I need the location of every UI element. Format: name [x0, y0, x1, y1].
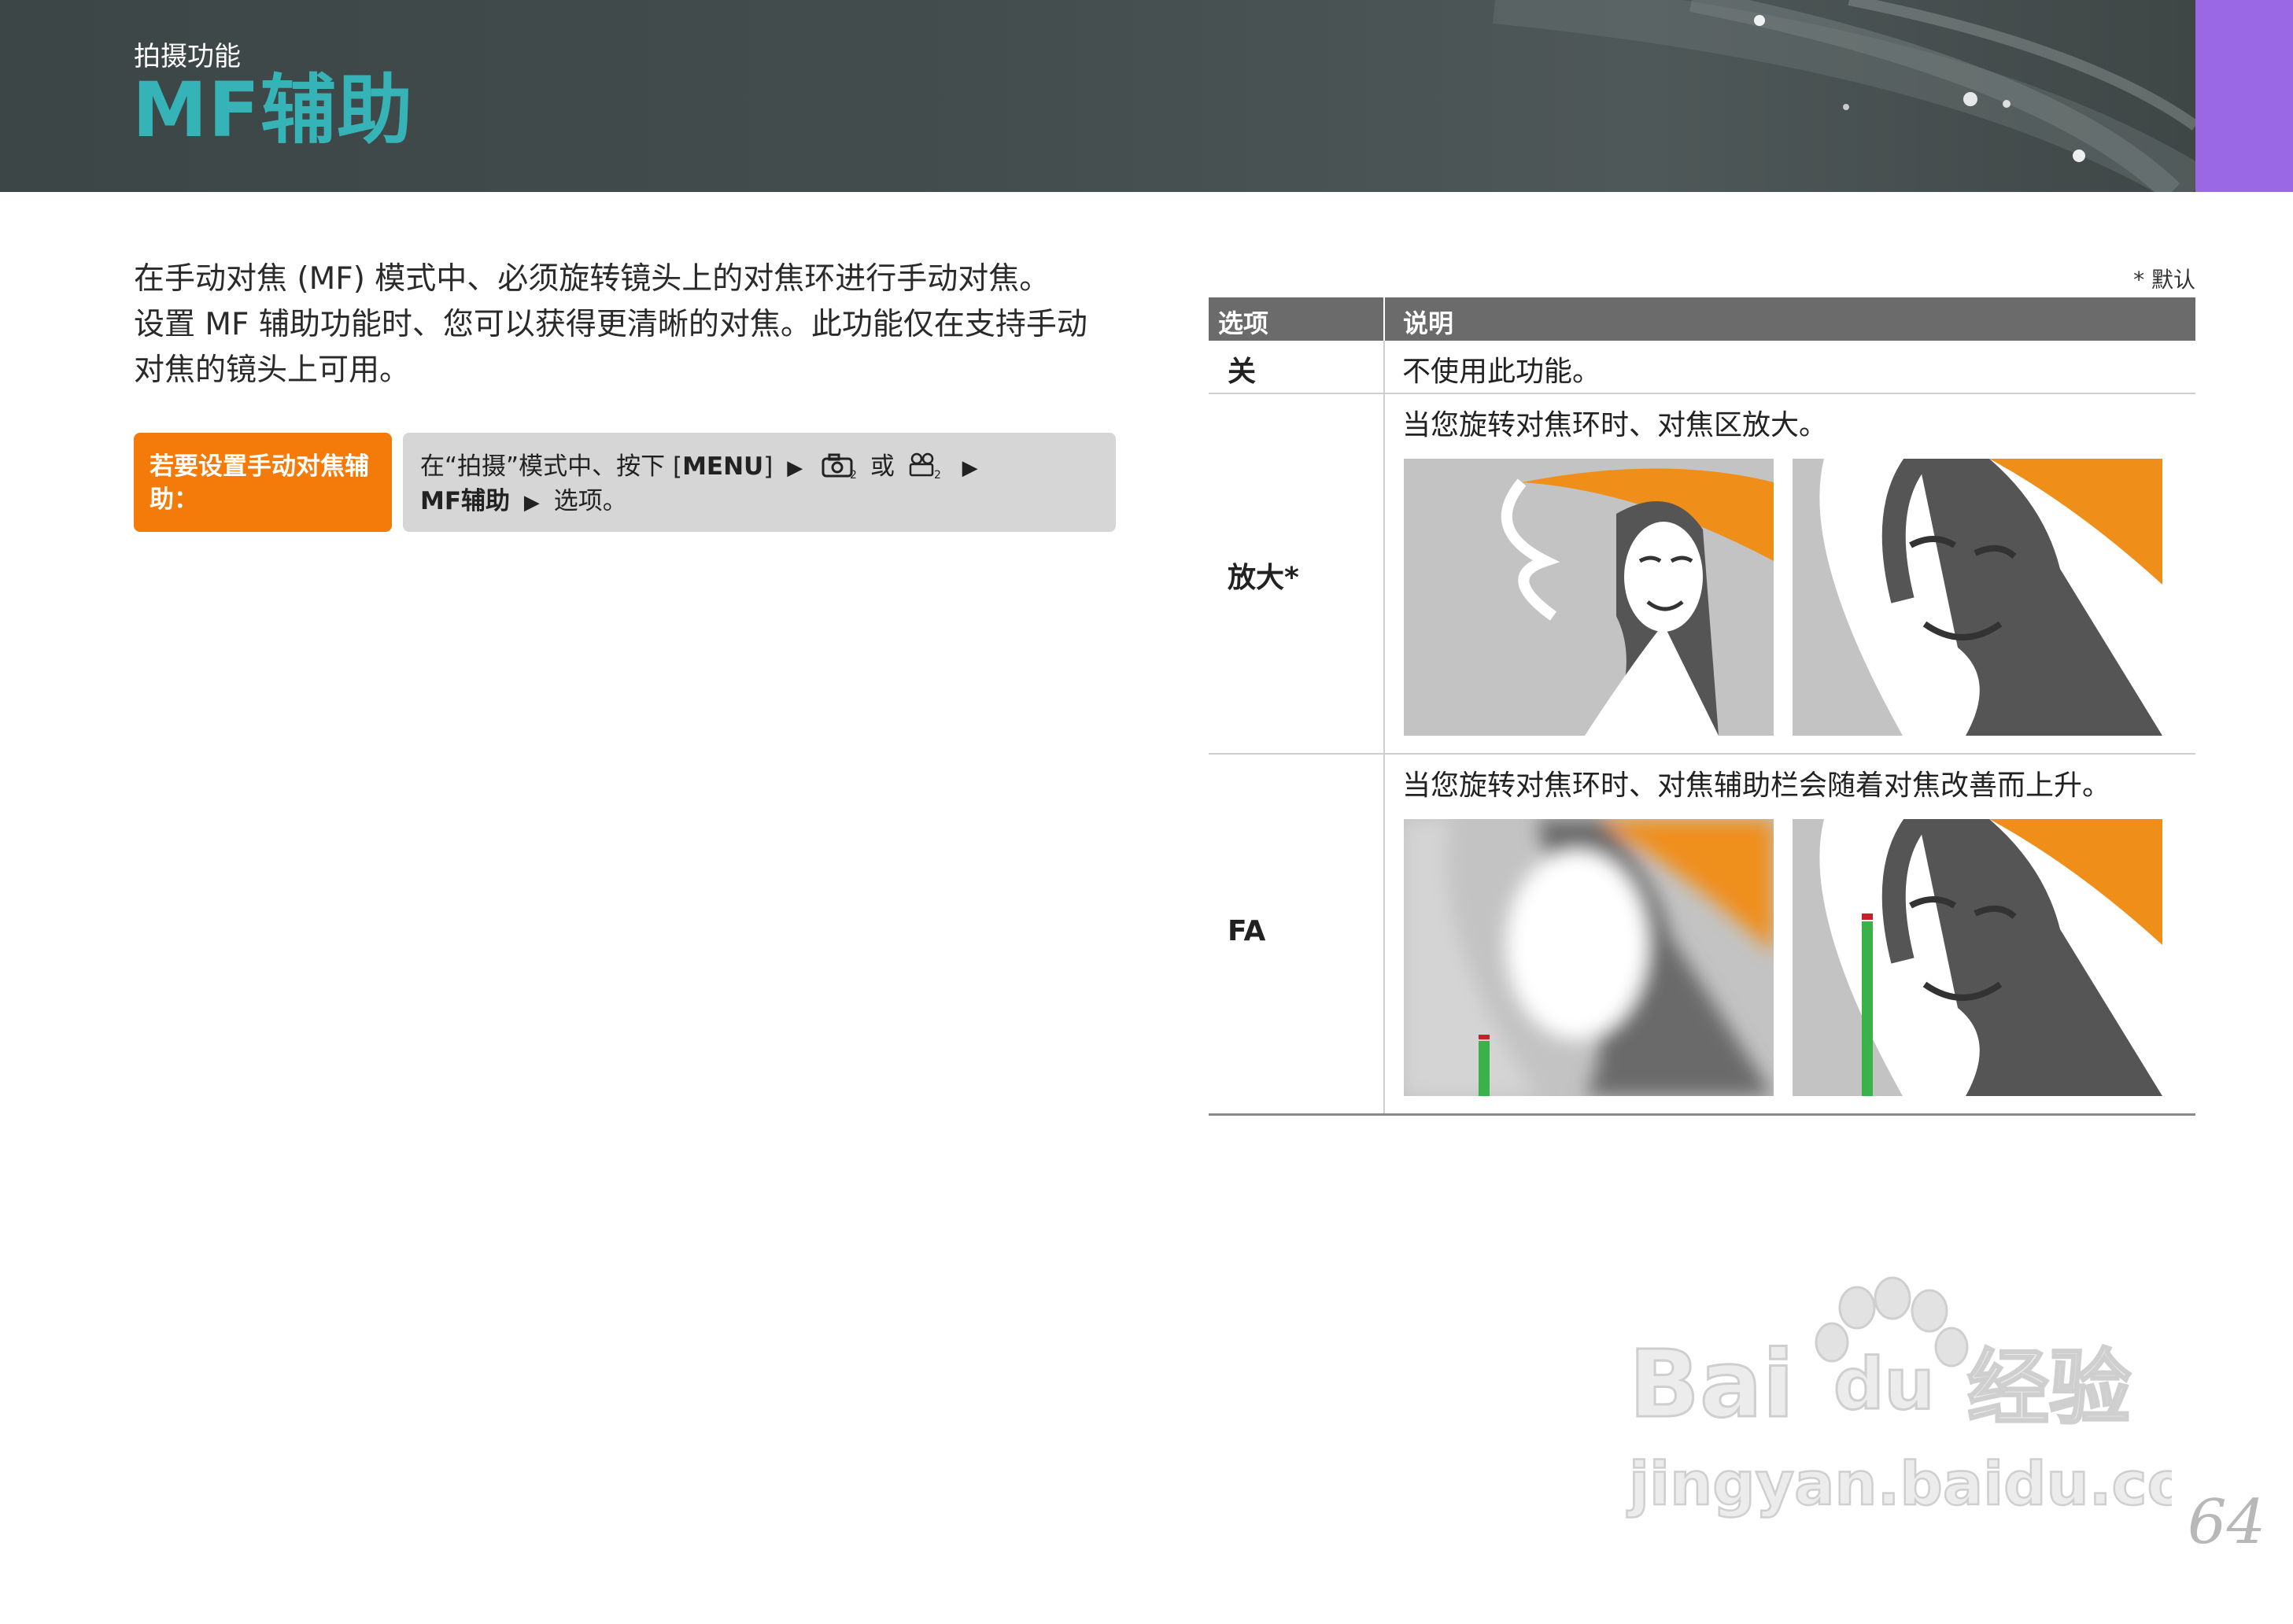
end-text: 选项。 — [553, 487, 627, 515]
step-prefix: 在“拍摄”模式中、按下 [ — [420, 452, 683, 481]
focus-bar-low — [1479, 1041, 1490, 1096]
fa-sharp-image — [1793, 819, 2162, 1096]
wm-bai: Bai — [1629, 1330, 1794, 1438]
step-suffix: ] — [763, 452, 774, 481]
option-fa: FA — [1228, 915, 1266, 947]
desc-fa: 当您旋转对焦环时、对焦辅助栏会随着对焦改善而上升。 — [1402, 770, 2111, 802]
options-table: 选项 说明 关 不使用此功能。 放大* 当您旋转对焦环时、对焦区放大。 FA 当… — [1209, 297, 2195, 1116]
header-option: 选项 — [1218, 308, 1269, 338]
page-title: MF辅助 — [132, 66, 414, 154]
intro-text: 在手动对焦 (MF) 模式中、必须旋转镜头上的对焦环进行手动对焦。 设置 MF … — [134, 257, 1149, 393]
intro-line-3: 对焦的镜头上可用。 — [134, 352, 411, 388]
svg-text:2: 2 — [850, 469, 857, 479]
magnify-before-image — [1404, 459, 1774, 736]
or-text: 或 — [870, 452, 895, 481]
wm-jingyan: 经验 — [1967, 1340, 2131, 1436]
intro-line-1: 在手动对焦 (MF) 模式中、必须旋转镜头上的对焦环进行手动对焦。 — [134, 261, 1050, 297]
focus-bar-cap — [1479, 1035, 1490, 1039]
wm-du: du — [1833, 1343, 1935, 1426]
svg-text:2: 2 — [934, 469, 941, 479]
howto-label: 若要设置手动对焦辅助： — [134, 433, 392, 532]
table-row: FA 当您旋转对焦环时、对焦辅助栏会随着对焦改善而上升。 — [1209, 755, 2195, 1116]
header-desc: 说明 — [1403, 308, 1454, 338]
table-row: 关 不使用此功能。 — [1209, 341, 2195, 394]
table-header: 选项 说明 — [1209, 297, 2195, 341]
arrow-right-icon: ▶ — [523, 491, 540, 515]
wm-url: jingyan.baidu.com — [1627, 1449, 2172, 1519]
fa-blurred-image — [1404, 819, 1774, 1096]
option-magnify: 放大* — [1228, 562, 1299, 594]
movie-camera-2-icon: 2 — [909, 452, 941, 479]
baidu-watermark: Bai du 经验 jingyan.baidu.com — [1621, 1275, 2251, 1542]
menu-key: MENU — [682, 452, 764, 481]
page-number: 64 — [2188, 1487, 2266, 1558]
focus-bar-cap — [1862, 914, 1873, 920]
camera-2-icon: 2 — [822, 453, 857, 479]
desc-off: 不使用此功能。 — [1402, 356, 1601, 388]
chapter-tab[interactable] — [2195, 0, 2293, 192]
arrow-right-icon: ▶ — [962, 456, 978, 480]
page-header: 拍摄功能 MF辅助 — [0, 0, 2195, 192]
menu-item: MF辅助 — [420, 487, 511, 515]
focus-bar-high — [1862, 921, 1873, 1096]
baidu-paw-logo: Bai du 经验 jingyan.baidu.com — [1626, 1276, 2251, 1519]
intro-line-2: 设置 MF 辅助功能时、您可以获得更清晰的对焦。此功能仅在支持手动 — [134, 307, 1087, 342]
arrow-right-icon: ▶ — [787, 456, 803, 480]
magnify-after-image — [1793, 459, 2162, 736]
option-off: 关 — [1228, 356, 1257, 388]
default-note: * 默认 — [2133, 267, 2195, 293]
desc-magnify: 当您旋转对焦环时、对焦区放大。 — [1402, 409, 1828, 441]
table-row: 放大* 当您旋转对焦环时、对焦区放大。 — [1209, 394, 2195, 755]
howto-box: 若要设置手动对焦辅助： 在“拍摄”模式中、按下 [MENU] ▶ 2 或 2 ▶… — [134, 433, 1116, 532]
howto-steps: 在“拍摄”模式中、按下 [MENU] ▶ 2 或 2 ▶ MF辅助 ▶ 选项。 — [403, 433, 1116, 532]
